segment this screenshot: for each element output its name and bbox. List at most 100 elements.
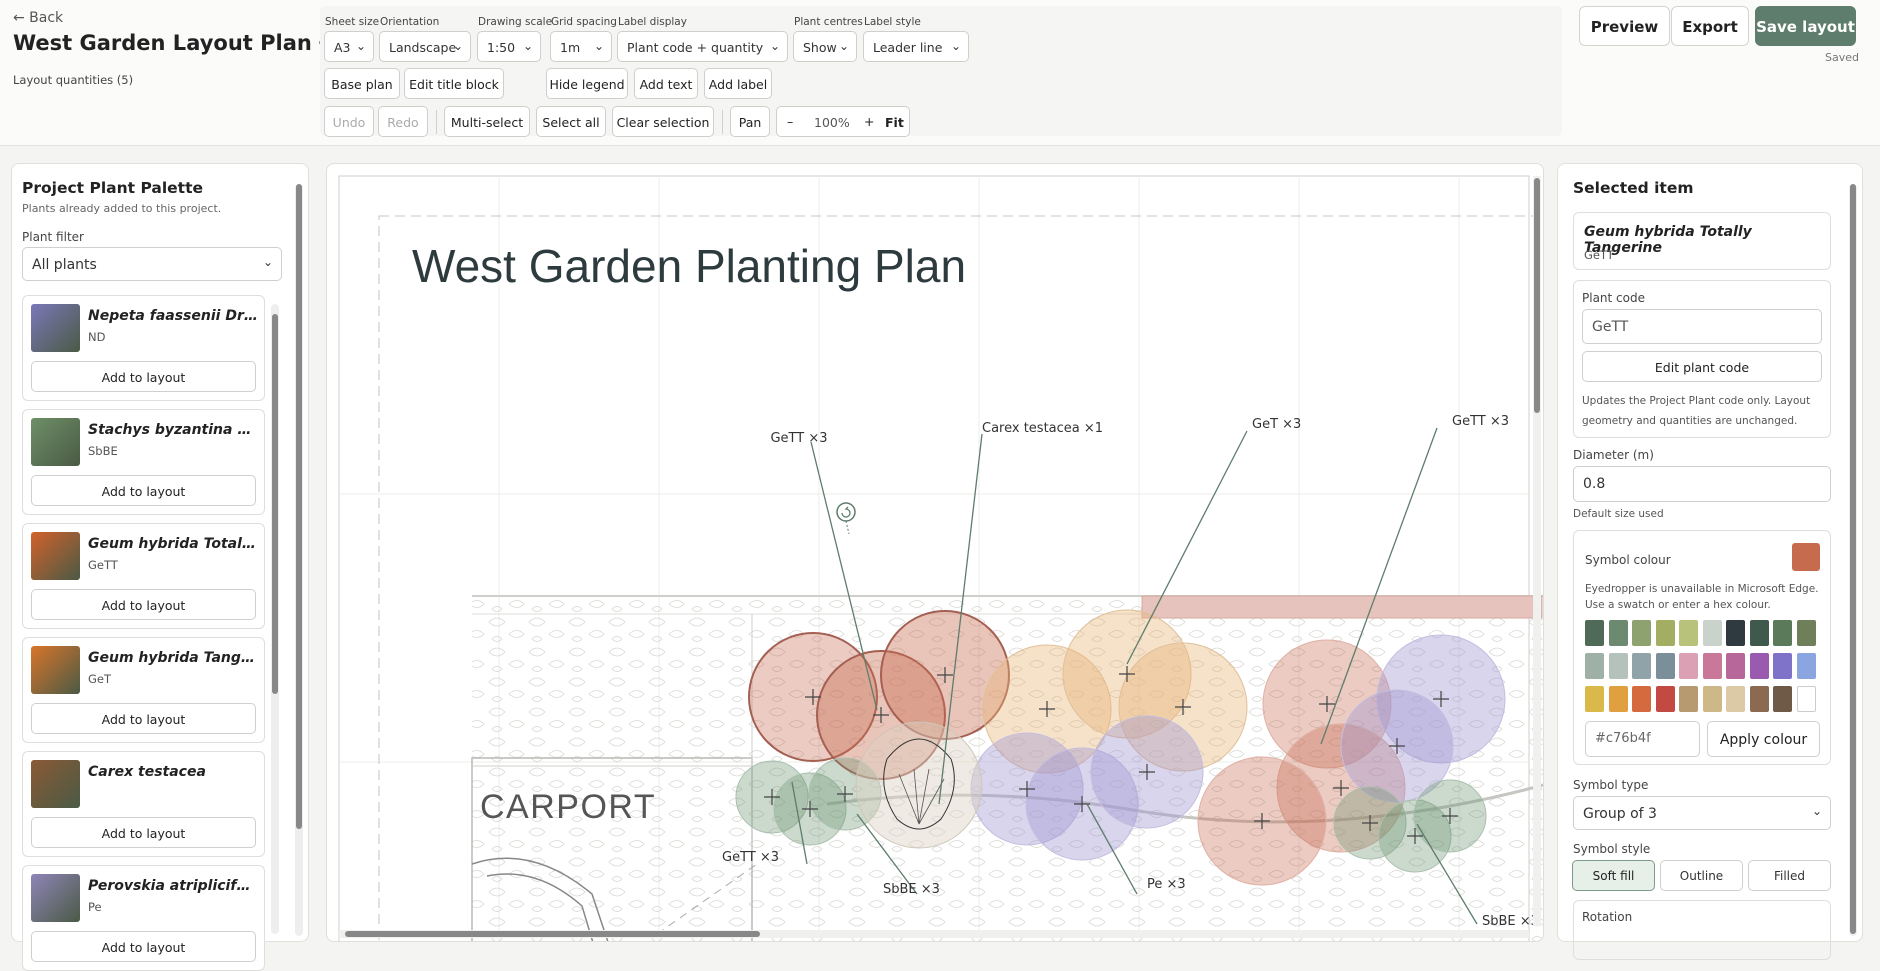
- colour-swatch[interactable]: [1679, 686, 1698, 712]
- edit-plant-code-button[interactable]: Edit plant code: [1582, 351, 1822, 382]
- export-button[interactable]: Export: [1671, 6, 1749, 46]
- canvas-scrollbar-v[interactable]: [1534, 178, 1540, 413]
- add-to-layout-button[interactable]: Add to layout: [31, 817, 256, 848]
- save-layout-button[interactable]: Save layout: [1755, 6, 1856, 46]
- label-gett-3[interactable]: GeTT ×3: [722, 850, 779, 865]
- colour-swatch[interactable]: [1773, 653, 1792, 679]
- plan-title[interactable]: West Garden Planting Plan: [412, 240, 966, 292]
- edit-title-block-button[interactable]: Edit title block: [404, 68, 504, 99]
- plant-thumbnail: [31, 532, 80, 580]
- style-outline-button[interactable]: Outline: [1660, 860, 1743, 891]
- plant-carex[interactable]: [855, 721, 983, 849]
- label-sbbe-1[interactable]: SbBE ×3: [883, 882, 940, 897]
- colour-swatch[interactable]: [1608, 653, 1628, 679]
- grid-spacing-select[interactable]: 1m ⌄: [550, 31, 612, 62]
- colour-swatch[interactable]: [1702, 653, 1722, 679]
- plant-filter-value: All plants: [32, 257, 97, 273]
- select-all-button[interactable]: Select all: [536, 106, 606, 137]
- label-pe[interactable]: Pe ×3: [1147, 877, 1186, 892]
- label-carex[interactable]: Carex testacea ×1: [982, 421, 1103, 436]
- eyedropper-note: Eyedropper is unavailable in Microsoft E…: [1585, 583, 1819, 611]
- colour-swatch[interactable]: [1726, 653, 1745, 679]
- chevron-down-icon: ⌄: [593, 39, 604, 53]
- add-to-layout-button[interactable]: Add to layout: [31, 589, 256, 620]
- base-plan-button[interactable]: Base plan: [324, 68, 400, 99]
- colour-swatch[interactable]: [1632, 620, 1651, 646]
- colour-swatch[interactable]: [1702, 686, 1722, 712]
- colour-swatch[interactable]: [1773, 620, 1792, 646]
- label-display-select[interactable]: Plant code + quantity ⌄: [617, 31, 788, 62]
- back-link[interactable]: ← Back: [13, 10, 63, 26]
- colour-swatch[interactable]: [1655, 686, 1675, 712]
- colour-swatch[interactable]: [1749, 620, 1769, 646]
- plant-filter-select[interactable]: All plants ⌄: [22, 247, 282, 281]
- colour-swatch[interactable]: [1679, 620, 1698, 646]
- colour-swatch[interactable]: [1796, 653, 1816, 679]
- add-to-layout-button[interactable]: Add to layout: [31, 703, 256, 734]
- clear-selection-button[interactable]: Clear selection: [612, 106, 714, 137]
- plant-code-section: Plant code GeTT Edit plant code Updates …: [1573, 280, 1831, 438]
- undo-button[interactable]: Undo: [324, 106, 374, 137]
- colour-swatch[interactable]: [1655, 653, 1675, 679]
- diameter-input[interactable]: 0.8: [1573, 466, 1831, 502]
- hide-legend-button[interactable]: Hide legend: [546, 68, 628, 99]
- add-to-layout-button[interactable]: Add to layout: [31, 475, 256, 506]
- style-soft-fill-button[interactable]: Soft fill: [1572, 860, 1655, 891]
- label-gett-1[interactable]: GeTT ×3: [770, 431, 827, 446]
- colour-swatch[interactable]: [1608, 620, 1628, 646]
- colour-swatch[interactable]: [1679, 653, 1698, 679]
- colour-swatch[interactable]: [1655, 620, 1675, 646]
- palette-scrollbar[interactable]: [296, 184, 302, 829]
- label-get[interactable]: GeT ×3: [1252, 417, 1301, 432]
- drawing-scale-select[interactable]: 1:50 ⌄: [477, 31, 541, 62]
- add-label-button[interactable]: Add label: [704, 68, 772, 99]
- add-to-layout-button[interactable]: Add to layout: [31, 361, 256, 392]
- colour-swatch[interactable]: [1796, 620, 1816, 646]
- plant-thumbnail: [31, 418, 80, 466]
- plant-centres-select[interactable]: Show ⌄: [793, 31, 857, 62]
- canvas-scrollbar-h[interactable]: [345, 931, 760, 937]
- preview-button[interactable]: Preview: [1579, 6, 1670, 46]
- colour-swatch[interactable]: [1796, 686, 1816, 712]
- colour-swatch[interactable]: [1632, 653, 1651, 679]
- layout-canvas[interactable]: West Garden Planting Plan CARPORT GeTT ×…: [326, 163, 1544, 942]
- add-text-button[interactable]: Add text: [634, 68, 698, 99]
- colour-swatch[interactable]: [1585, 686, 1604, 712]
- add-to-layout-button[interactable]: Add to layout: [31, 931, 256, 962]
- plant-list-scrollbar[interactable]: [272, 314, 278, 694]
- colour-swatch[interactable]: [1749, 653, 1769, 679]
- orientation-select[interactable]: Landscape ⌄: [379, 31, 471, 62]
- multi-select-button[interactable]: Multi-select: [444, 106, 530, 137]
- colour-swatch[interactable]: [1749, 686, 1769, 712]
- hex-input[interactable]: #c76b4f: [1585, 721, 1700, 757]
- plant-centres-label: Plant centres: [794, 16, 863, 28]
- pan-button[interactable]: Pan: [730, 106, 770, 137]
- colour-swatch[interactable]: [1585, 653, 1604, 679]
- colour-swatch[interactable]: [1726, 620, 1745, 646]
- style-filled-button[interactable]: Filled: [1748, 860, 1831, 891]
- colour-swatch[interactable]: [1608, 686, 1628, 712]
- colour-swatch[interactable]: [1632, 686, 1651, 712]
- current-colour-swatch[interactable]: [1792, 543, 1820, 571]
- label-style-select[interactable]: Leader line ⌄: [863, 31, 969, 62]
- colour-swatch[interactable]: [1585, 620, 1604, 646]
- colour-swatch[interactable]: [1773, 686, 1792, 712]
- plant-code-input[interactable]: GeTT: [1582, 309, 1822, 344]
- zoom-in-button[interactable]: +: [864, 114, 874, 129]
- redo-button[interactable]: Redo: [378, 106, 428, 137]
- zoom-out-button[interactable]: –: [787, 114, 793, 129]
- fit-button[interactable]: Fit: [885, 115, 904, 130]
- label-gett-2[interactable]: GeTT ×3: [1452, 414, 1509, 429]
- symbol-style-label: Symbol style: [1573, 842, 1651, 856]
- sheet-size-label: Sheet size: [325, 16, 380, 28]
- label-sbbe-2[interactable]: SbBE ×3: [1482, 914, 1539, 929]
- rotation-label: Rotation: [1582, 910, 1633, 924]
- apply-colour-button[interactable]: Apply colour: [1707, 721, 1820, 757]
- right-scrollbar[interactable]: [1850, 184, 1856, 934]
- colour-swatch[interactable]: [1726, 686, 1745, 712]
- symbol-type-select[interactable]: Group of 3 ⌄: [1573, 796, 1831, 830]
- plan-sheet[interactable]: West Garden Planting Plan CARPORT GeTT ×…: [327, 164, 1544, 942]
- layout-quantities-link[interactable]: Layout quantities (5): [13, 73, 133, 87]
- sheet-size-select[interactable]: A3 ⌄: [324, 31, 374, 62]
- colour-swatch[interactable]: [1702, 620, 1722, 646]
